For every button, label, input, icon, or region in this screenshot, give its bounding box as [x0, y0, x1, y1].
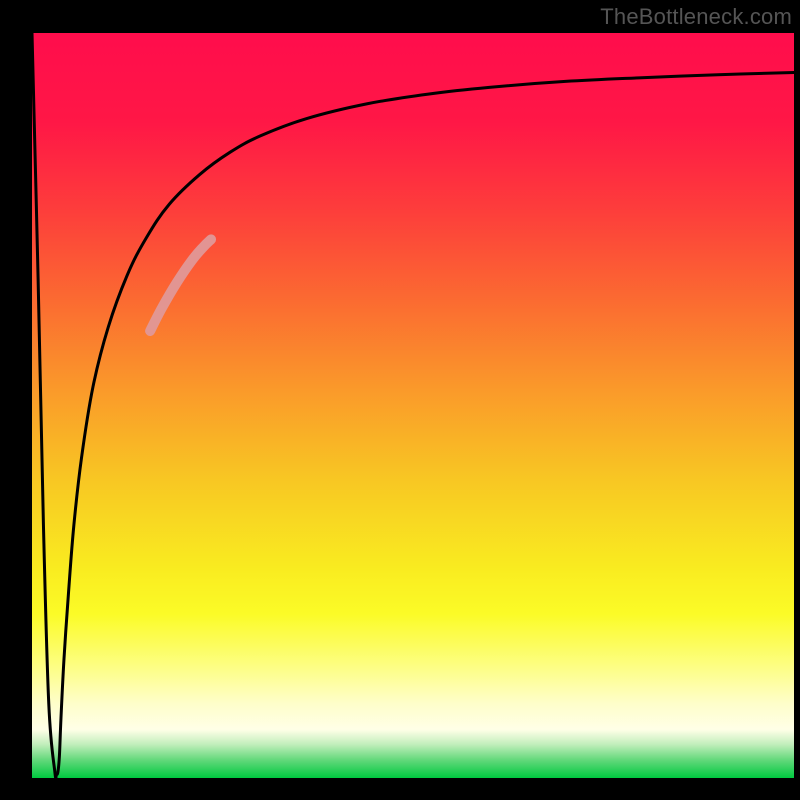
attribution-label: TheBottleneck.com [600, 4, 792, 30]
chart-page: TheBottleneck.com [0, 0, 800, 800]
plot-background-gradient [32, 33, 794, 778]
bottleneck-chart [0, 0, 800, 800]
chart-frame [0, 0, 800, 800]
